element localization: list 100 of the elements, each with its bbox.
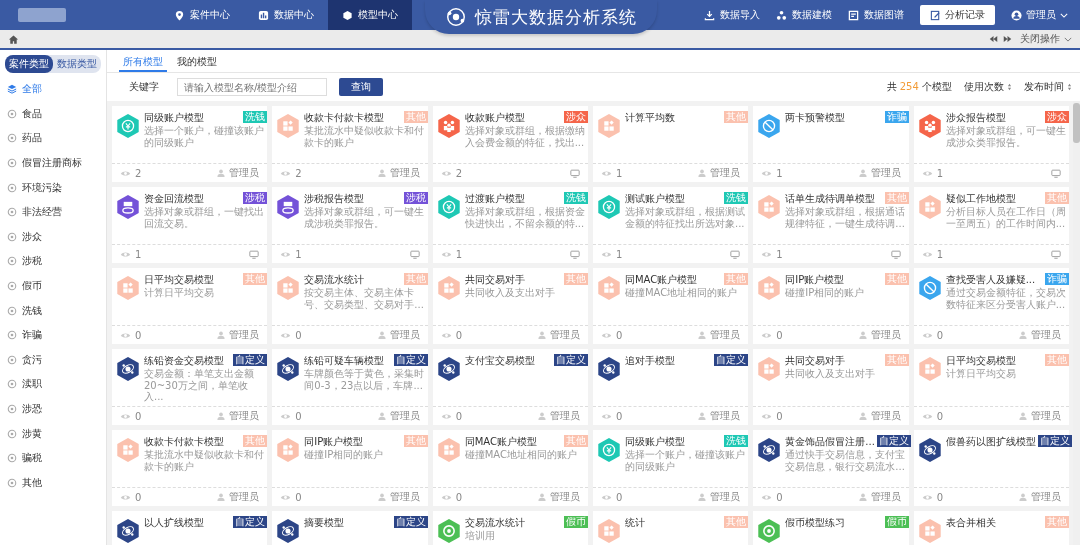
category-item[interactable]: 非法经营 xyxy=(0,199,106,225)
model-card[interactable]: 过渡账户模型 洗钱 选择对象或群组，根据资金快进快出，不留余额的特... 1 xyxy=(432,187,588,263)
category-icon xyxy=(7,207,17,218)
nav-tab[interactable]: 模型中心 xyxy=(328,0,412,30)
model-card[interactable]: 共同交易对手 其他 共同收入及支出对手 0 管理员 xyxy=(753,349,909,425)
category-item[interactable]: 涉税 xyxy=(0,249,106,274)
view-count: 0 xyxy=(295,410,302,422)
category-item[interactable]: 药品 xyxy=(0,126,106,151)
category-item[interactable]: 涉恐 xyxy=(0,396,106,422)
view-count: 1 xyxy=(616,248,623,260)
header-link[interactable]: 数据建模 xyxy=(776,8,832,22)
category-item[interactable]: 洗钱 xyxy=(0,298,106,323)
model-title: 两卡预警模型 xyxy=(785,111,847,124)
sidebar-tab[interactable]: 数据类型 xyxy=(53,55,101,73)
model-card[interactable]: 共同交易对手 其他 共同收入及支出对手 0 管理员 xyxy=(432,268,588,344)
model-card[interactable]: 黄金饰品假冒注册... 自定义 通过快手交易信息，支付宝交易信息，银行交易流水... 0 管理员 xyxy=(753,430,909,506)
model-card[interactable]: 收款卡付款卡模型 其他 某批流水中疑似收款卡和付款卡的账户 2 管理员 xyxy=(272,106,428,182)
close-operations-menu[interactable]: 关闭操作 xyxy=(1020,32,1072,46)
model-description: 碰撞MAC地址相同的账户 xyxy=(625,287,739,299)
model-description: 计算日平均交易 xyxy=(144,287,215,299)
monitor-icon[interactable] xyxy=(409,249,420,259)
sort-button[interactable]: 使用次数 xyxy=(964,80,1012,94)
sort-button[interactable]: 发布时间 xyxy=(1024,80,1072,94)
user-icon xyxy=(698,412,707,420)
nav-tab[interactable]: 案件中心 xyxy=(160,0,244,30)
model-card[interactable]: 两卡预警模型 诈骗 1 管理员 xyxy=(753,106,909,182)
model-card[interactable]: 交易流水统计 其他 按交易主体、交易主体卡号、交易类型、交易对手... 0 管理员 xyxy=(272,268,428,344)
category-item[interactable]: 其他 xyxy=(0,470,106,496)
rewind-icon[interactable] xyxy=(989,35,998,43)
category-item[interactable]: 全部 xyxy=(0,77,106,102)
view-count: 0 xyxy=(135,491,142,503)
view-count: 0 xyxy=(936,329,944,341)
fast-forward-icon[interactable] xyxy=(1003,35,1012,43)
monitor-icon[interactable] xyxy=(890,249,901,259)
view-count: 0 xyxy=(295,491,302,503)
eye-icon xyxy=(280,169,292,177)
model-card[interactable]: 涉税报告模型 涉税 选择对象或群组，可一键生成涉税类罪报告。 1 xyxy=(272,187,428,263)
analysis-record-button[interactable]: 分析记录 xyxy=(920,5,995,25)
model-card[interactable]: 同IP账户模型 其他 碰撞IP相同的账户 0 管理员 xyxy=(753,268,909,344)
model-card[interactable]: 收款卡付款卡模型 其他 某批流水中疑似收款卡和付款卡的账户 0 管理员 xyxy=(112,430,268,506)
model-card[interactable]: 同MAC账户模型 其他 碰撞MAC地址相同的账户 0 管理员 xyxy=(593,268,749,344)
header-link[interactable]: 数据导入 xyxy=(704,8,760,22)
header-link[interactable]: 数据图谱 xyxy=(848,8,904,22)
model-card[interactable]: 话单生成待调单模型 其他 选择对象或群组，根据通话规律特征，一键生成待调... 1 xyxy=(753,187,909,263)
category-item[interactable]: 贪污 xyxy=(0,347,106,373)
model-card[interactable]: 涉众报告模型 涉众 选择对象或群组，可一键生成涉众类罪报告。 1 xyxy=(913,106,1069,182)
model-card[interactable]: 资金回流模型 涉税 选择对象或群组，一键找出回流交易。 1 xyxy=(112,187,268,263)
model-card[interactable]: 假币模型练习 假币 xyxy=(753,511,909,545)
category-item[interactable]: 诈骗 xyxy=(0,322,106,348)
model-card[interactable]: 交易流水统计 假币 培训用 xyxy=(432,511,588,545)
category-tag: 假币 xyxy=(564,516,588,528)
nav-tab[interactable]: 数据中心 xyxy=(244,0,328,30)
model-card[interactable]: 摘要模型 自定义 xyxy=(272,511,428,545)
model-card[interactable]: 表合并相关 其他 xyxy=(913,511,1069,545)
layers-icon xyxy=(7,84,17,95)
monitor-icon[interactable] xyxy=(730,249,741,259)
model-title: 同MAC账户模型 xyxy=(464,435,538,448)
model-card[interactable]: 练铅可疑车辆模型 自定义 车牌颜色等于黄色，采集时间0-3，23点以后，车牌... 0 管理员 xyxy=(272,349,428,425)
category-item[interactable]: 涉众 xyxy=(0,224,106,250)
user-menu[interactable]: 管理员 xyxy=(1011,8,1068,22)
model-card[interactable]: 收款账户模型 涉众 选择对象或群组，根据缴纳入会费金额的特征，找出... 2 xyxy=(432,106,588,182)
model-card[interactable]: 练铅资金交易模型 自定义 交易金额：单笔支出金额20~30万之间，单笔收入... 0 管理员 xyxy=(112,349,268,425)
model-card[interactable]: 追对手模型 自定义 0 管理员 xyxy=(593,349,749,425)
model-card[interactable]: 查找受害人及嫌疑... 诈骗 通过交易金额特征，交易次数特征来区分受害人账户... 0 管理员 xyxy=(913,268,1069,344)
search-field[interactable]: 请输入模型名称/模型介绍 xyxy=(177,78,327,96)
category-item[interactable]: 渎职 xyxy=(0,372,106,397)
owner-name: 管理员 xyxy=(1031,490,1061,504)
model-card[interactable]: 支付宝交易模型 自定义 0 管理员 xyxy=(432,349,588,425)
monitor-icon[interactable] xyxy=(1051,249,1061,259)
model-card[interactable]: 统计 其他 xyxy=(593,511,749,545)
eye-icon xyxy=(761,250,773,258)
home-icon[interactable] xyxy=(8,33,19,45)
model-card[interactable]: 日平均交易模型 其他 计算日平均交易 0 管理员 xyxy=(112,268,268,344)
category-item[interactable]: 食品 xyxy=(0,101,106,127)
category-item[interactable]: 假冒注册商标 xyxy=(0,150,106,176)
category-tag: 其他 xyxy=(403,273,428,285)
model-tab[interactable]: 所有模型 xyxy=(119,50,167,72)
category-item[interactable]: 环境污染 xyxy=(0,175,106,200)
model-title: 表合并相关 xyxy=(945,516,997,529)
category-item[interactable]: 骗税 xyxy=(0,445,106,471)
monitor-icon[interactable] xyxy=(249,249,260,259)
sidebar-tab[interactable]: 案件类型 xyxy=(5,55,53,73)
category-item[interactable]: 假币 xyxy=(0,273,106,299)
category-item[interactable]: 涉黄 xyxy=(0,421,106,446)
model-card[interactable]: 同IP账户模型 其他 碰撞IP相同的账户 0 管理员 xyxy=(272,430,428,506)
model-tab[interactable]: 我的模型 xyxy=(173,50,221,72)
monitor-icon[interactable] xyxy=(1051,168,1061,178)
search-button[interactable]: 查询 xyxy=(339,78,383,96)
model-card[interactable]: 计算平均数 其他 1 管理员 xyxy=(593,106,749,182)
model-card[interactable]: 同MAC账户模型 其他 碰撞MAC地址相同的账户 0 管理员 xyxy=(432,430,588,506)
monitor-icon[interactable] xyxy=(570,249,580,259)
view-count: 0 xyxy=(616,410,623,422)
view-count: 0 xyxy=(295,329,302,341)
model-card[interactable]: 日平均交易模型 其他 计算日平均交易 0 管理员 xyxy=(913,349,1069,425)
model-card[interactable]: 以人扩线模型 自定义 xyxy=(112,511,268,545)
model-title: 假兽药以图扩线模型 xyxy=(945,435,1036,448)
model-card[interactable]: 测试账户模型 洗钱 选择对象或群组，根据测试金额的特征找出所选对象... 1 xyxy=(593,187,749,263)
monitor-icon[interactable] xyxy=(570,168,580,178)
model-card[interactable]: 假兽药以图扩线模型 自定义 0 管理员 xyxy=(913,430,1069,506)
model-title: 黄金饰品假冒注册... xyxy=(785,435,875,448)
